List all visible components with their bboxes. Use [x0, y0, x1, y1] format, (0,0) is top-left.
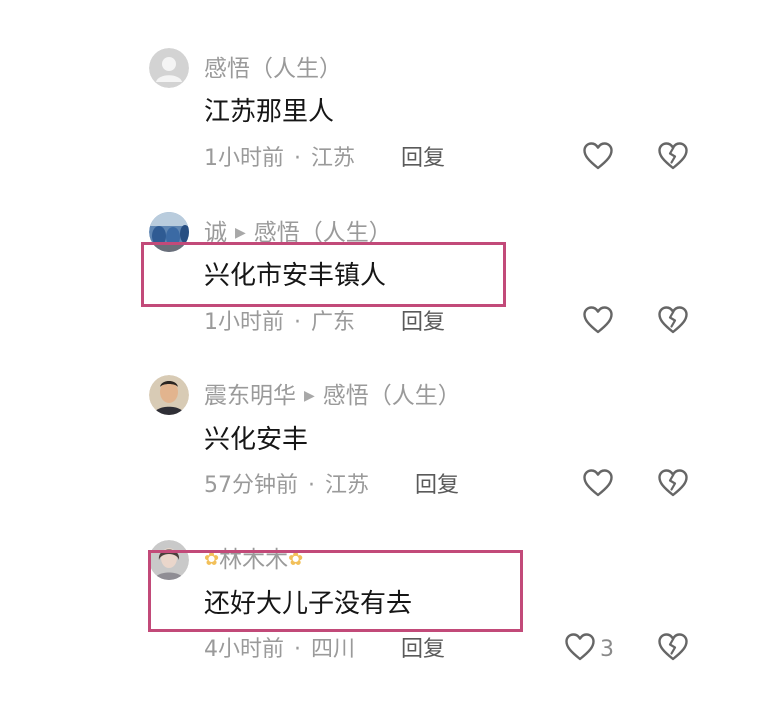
comment-location: 江苏	[311, 146, 356, 171]
heart-outline-icon	[582, 468, 614, 502]
comment-time: 4小时前	[204, 637, 284, 662]
reply-button[interactable]: 回复	[401, 635, 445, 665]
broken-heart-icon	[657, 141, 689, 175]
comment-author[interactable]: 感悟（人生）	[204, 54, 342, 84]
reply-button[interactable]: 回复	[401, 308, 445, 338]
like-button[interactable]: 3	[564, 633, 614, 665]
dislike-button[interactable]	[657, 469, 689, 501]
comment-text: 兴化安丰	[204, 425, 309, 455]
comment-time: 1小时前	[204, 310, 284, 335]
separator-dot: ·	[294, 146, 301, 171]
author-name: 震东明华	[204, 383, 296, 409]
like-button[interactable]	[582, 469, 618, 501]
comment-location: 江苏	[325, 473, 370, 498]
comment-meta: 57分钟前 · 江苏	[204, 471, 369, 501]
comment-meta: 1小时前 · 江苏	[204, 144, 355, 174]
like-count: 3	[600, 636, 614, 662]
heart-outline-icon	[582, 141, 614, 175]
broken-heart-icon	[657, 468, 689, 502]
broken-heart-icon	[657, 632, 689, 666]
highlight-box	[141, 242, 506, 307]
dislike-button[interactable]	[657, 306, 689, 338]
comment-location: 四川	[311, 637, 356, 662]
highlight-box	[148, 550, 523, 632]
comment-location: 广东	[311, 310, 356, 335]
separator-dot: ·	[294, 310, 301, 335]
dislike-button[interactable]	[657, 633, 689, 665]
heart-outline-icon	[564, 632, 596, 666]
comment-author[interactable]: 震东明华 ▶ 感悟（人生）	[204, 381, 461, 411]
broken-heart-icon	[657, 305, 689, 339]
separator-dot: ·	[308, 473, 315, 498]
comment-text: 江苏那里人	[204, 97, 335, 127]
comment-time: 1小时前	[204, 146, 284, 171]
reply-button[interactable]: 回复	[415, 471, 459, 501]
like-button[interactable]	[582, 306, 618, 338]
right-triangle-icon: ▶	[304, 388, 315, 404]
comment-meta: 1小时前 · 广东	[204, 308, 355, 338]
comment-time: 57分钟前	[204, 473, 298, 498]
reply-button[interactable]: 回复	[401, 144, 445, 174]
comment-meta: 4小时前 · 四川	[204, 635, 355, 665]
separator-dot: ·	[294, 637, 301, 662]
avatar[interactable]	[149, 48, 189, 88]
reply-to-name: 感悟（人生）	[322, 383, 461, 409]
dislike-button[interactable]	[657, 142, 689, 174]
like-button[interactable]	[582, 142, 618, 174]
avatar[interactable]	[149, 375, 189, 415]
author-name: 感悟（人生）	[204, 56, 342, 82]
heart-outline-icon	[582, 305, 614, 339]
